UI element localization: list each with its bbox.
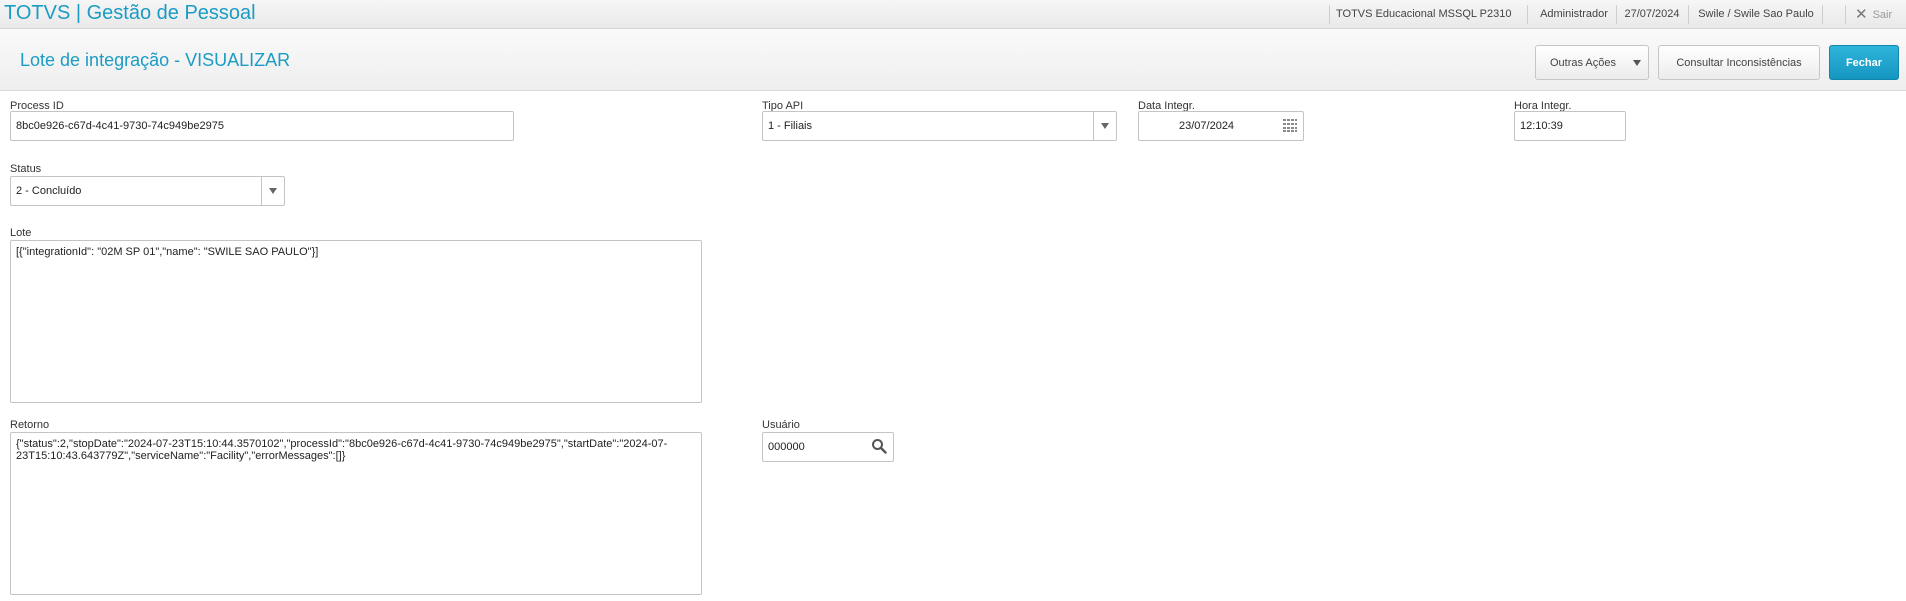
search-icon[interactable] (871, 438, 887, 454)
process-id-value: 8bc0e926-c67d-4c41-9730-74c949be2975 (16, 120, 224, 132)
top-bar-divider (1527, 5, 1528, 24)
check-issues-label: Consultar Inconsistências (1676, 56, 1802, 69)
top-bar-divider (1616, 5, 1617, 24)
chevron-down-icon (1633, 60, 1641, 66)
tipo-api-value: 1 - Filiais (768, 120, 813, 132)
page-title: Lote de integração - VISUALIZAR (20, 50, 291, 70)
retorno-textarea[interactable]: {"status":2,"stopDate":"2024-07-23T15:10… (10, 432, 702, 595)
exit-button[interactable]: ✕ Sair (1855, 0, 1892, 29)
other-actions-label: Outras Ações (1549, 56, 1617, 69)
system-date[interactable]: 27/07/2024 (1620, 0, 1684, 29)
chevron-down-icon (1101, 123, 1109, 129)
usuario-field[interactable]: 000000 (762, 432, 894, 462)
close-icon: ✕ (1855, 6, 1868, 23)
other-actions-button[interactable]: Outras Ações (1535, 45, 1649, 80)
top-bar-divider (1845, 5, 1846, 24)
data-integr-value: 23/07/2024 (1179, 120, 1235, 132)
process-id-field[interactable]: 8bc0e926-c67d-4c41-9730-74c949be2975 (10, 111, 514, 141)
company-branch[interactable]: Swile / Swile Sao Paulo (1693, 0, 1819, 29)
close-button[interactable]: Fechar (1829, 45, 1899, 80)
page-header: Lote de integração - VISUALIZAR Outras A… (0, 29, 1906, 91)
environment-name[interactable]: TOTVS Educacional MSSQL P2310 (1336, 0, 1511, 29)
retorno-label: Retorno (10, 419, 50, 431)
user-name[interactable]: Administrador (1533, 0, 1615, 29)
lote-textarea[interactable]: [{"integrationId": "02M SP 01","name": "… (10, 240, 702, 403)
top-bar-divider (1329, 5, 1330, 24)
top-bar-divider (1822, 5, 1823, 24)
tipo-api-dropdown-toggle[interactable] (1093, 112, 1116, 140)
close-button-label: Fechar (1845, 56, 1883, 69)
hora-integr-value: 12:10:39 (1520, 120, 1563, 132)
usuario-label: Usuário (762, 419, 800, 431)
usuario-value: 000000 (768, 441, 805, 453)
data-integr-field[interactable]: 23/07/2024 (1138, 111, 1304, 141)
hora-integr-field[interactable]: 12:10:39 (1514, 111, 1626, 141)
top-bar-divider (1688, 5, 1689, 24)
tipo-api-select[interactable]: 1 - Filiais (762, 111, 1117, 141)
status-dropdown-toggle[interactable] (261, 177, 284, 205)
status-value: 2 - Concluído (16, 185, 82, 197)
check-issues-button[interactable]: Consultar Inconsistências (1658, 45, 1820, 80)
status-select[interactable]: 2 - Concluído (10, 176, 285, 206)
app-title: TOTVS | Gestão de Pessoal (4, 2, 256, 24)
chevron-down-icon (269, 188, 277, 194)
top-bar: TOTVS | Gestão de Pessoal TOTVS Educacio… (0, 0, 1906, 29)
exit-label: Sair (1872, 9, 1893, 21)
status-label: Status (10, 163, 42, 175)
calendar-icon[interactable] (1283, 119, 1297, 132)
lote-label: Lote (10, 227, 32, 239)
